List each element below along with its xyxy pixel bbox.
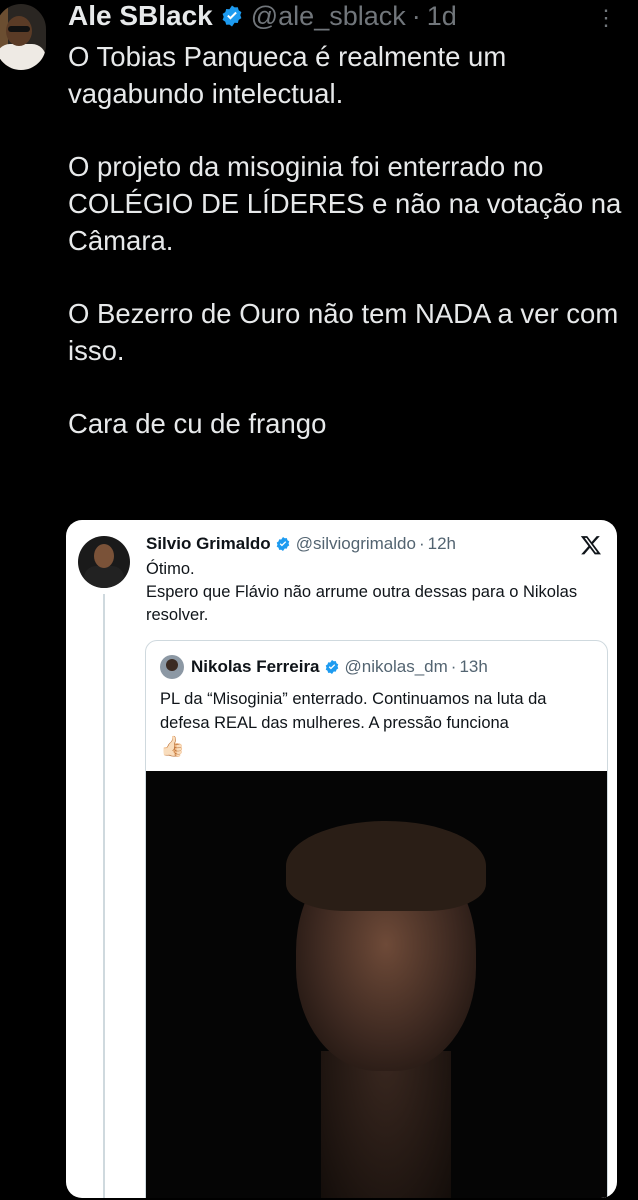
tweet-paragraph: O Bezerro de Ouro não tem NADA a ver com… — [68, 298, 619, 366]
embedded-timestamp: 12h — [427, 534, 456, 553]
embedded-line: Espero que Flávio não arrume outra dessa… — [146, 583, 578, 624]
quoted-tweet: Nikolas Ferreira @nikolas_dm · 13h PL da… — [145, 640, 608, 1198]
quoted-text-body: PL da “Misoginia” enterrado. Continuamos… — [160, 690, 547, 732]
embedded-author-name: Silvio Grimaldo — [146, 534, 271, 553]
tweet-paragraph: O Tobias Panqueca é realmente um vagabun… — [68, 41, 507, 109]
embedded-line: Ótimo. — [146, 560, 195, 578]
verified-badge-icon — [222, 5, 242, 27]
separator-dot: · — [411, 0, 421, 31]
embedded-screenshot[interactable]: Silvio Grimaldo @silviogrimaldo · 12h Ót… — [66, 520, 617, 1198]
author-avatar[interactable] — [0, 4, 46, 70]
tweet-paragraph: O projeto da misoginia foi enterrado no … — [68, 151, 622, 256]
more-vertical-icon[interactable]: ⋮ — [594, 6, 618, 30]
author-handle[interactable]: @ale_sblack — [251, 1, 406, 32]
quoted-timestamp: 13h — [459, 657, 488, 676]
separator-dot: · — [418, 534, 425, 553]
tweet-header: Ale SBlack @ale_sblack · 1d — [68, 0, 457, 33]
tweet-text: O Tobias Panqueca é realmente um vagabun… — [68, 38, 628, 442]
embedded-author-avatar — [78, 536, 130, 588]
embedded-text: Ótimo. Espero que Flávio não arrume outr… — [146, 558, 596, 627]
tweet-paragraph: Cara de cu de frango — [68, 408, 327, 439]
embedded-author-handle: @silviogrimaldo — [295, 534, 416, 553]
quoted-header: Nikolas Ferreira @nikolas_dm · 13h — [160, 655, 488, 679]
verified-badge-icon — [325, 660, 338, 674]
separator-dot: · — [450, 657, 457, 676]
quoted-author-name: Nikolas Ferreira — [191, 657, 320, 676]
author-name[interactable]: Ale SBlack — [68, 0, 213, 32]
quoted-author-avatar — [160, 655, 184, 679]
timestamp[interactable]: 1d — [427, 1, 457, 32]
embedded-header: Silvio Grimaldo @silviogrimaldo · 12h — [146, 534, 456, 554]
x-logo-icon — [580, 536, 601, 555]
video-thumbnail — [146, 771, 607, 1198]
quoted-author-handle: @nikolas_dm — [344, 657, 448, 676]
thread-line — [103, 594, 105, 1198]
verified-badge-icon — [276, 537, 289, 551]
thumbs-up-icon: 👍🏻 — [160, 736, 185, 758]
quoted-text: PL da “Misoginia” enterrado. Continuamos… — [160, 687, 590, 760]
